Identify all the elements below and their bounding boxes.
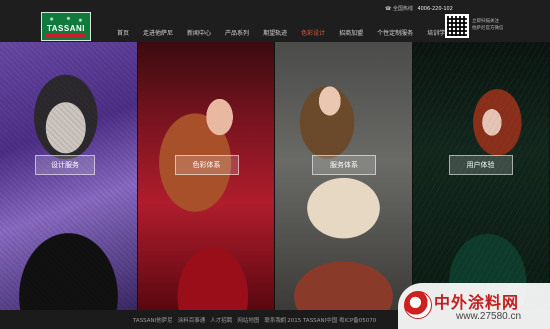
nav-item-custom[interactable]: 个性定制服务 [370, 26, 420, 39]
phone-icon: ☎ [385, 6, 392, 12]
qr-line-1: 立即扫描关注 [472, 19, 499, 24]
watermark-url: www.27580.cn [456, 311, 522, 322]
footer-links: TASSANI他萨尼 涂料百事通 人才招聘 网站地图 联系我们 [133, 316, 286, 324]
hotline-label: 全国热线 [392, 6, 413, 12]
footer-link-careers[interactable]: 人才招聘 [210, 316, 232, 324]
panel-user-experience[interactable]: 用户体验 [412, 42, 550, 310]
nav-item-home[interactable]: 首页 [110, 26, 136, 39]
nav-item-trail[interactable]: 期望轨迹 [256, 26, 294, 39]
page-frame: TASSANI 首页 走进他萨尼 新闻中心 产品系列 期望轨迹 色彩设计 招商加… [0, 0, 550, 329]
panel-label-service[interactable]: 服务体系 [312, 155, 376, 175]
hotline: ☎ 全国热线 4006-220-102 [385, 5, 453, 12]
qr-code [445, 14, 469, 38]
logo-bar [46, 34, 86, 37]
panel-color-system[interactable]: 色彩体系 [137, 42, 275, 310]
feature-panels: 设计服务 色彩体系 服务体系 用户体验 [0, 42, 550, 310]
brand-name: TASSANI [46, 24, 86, 33]
nav-item-news[interactable]: 新闻中心 [180, 26, 218, 39]
panel-label-color[interactable]: 色彩体系 [174, 155, 239, 175]
footer-link-brand[interactable]: TASSANI他萨尼 [133, 316, 173, 324]
copyright: © 2015 TASSANI中国 粤ICP备05070 [280, 318, 377, 324]
qr-line-2: 他萨尼官方微信 [472, 26, 504, 31]
watermark-title: 中外涂料网 [434, 293, 520, 312]
footer-link-encyclopedia[interactable]: 涂料百事通 [178, 316, 206, 324]
nav-item-franchise[interactable]: 招商加盟 [332, 26, 370, 39]
watermark-logo-icon [404, 291, 432, 319]
hotline-number: 4006-220-102 [417, 6, 453, 12]
nav-item-products[interactable]: 产品系列 [218, 26, 256, 39]
brand-logo[interactable]: TASSANI [41, 12, 91, 41]
main-nav: 首页 走进他萨尼 新闻中心 产品系列 期望轨迹 色彩设计 招商加盟 个性定制服务… [110, 26, 458, 39]
nav-item-about[interactable]: 走进他萨尼 [136, 26, 180, 39]
panel-label-design[interactable]: 设计服务 [35, 155, 95, 175]
qr-code-icon [447, 16, 467, 36]
nav-item-color-design[interactable]: 色彩设计 [294, 26, 332, 39]
panel-service-system[interactable]: 服务体系 [275, 42, 413, 310]
watermark: 中外涂料网 www.27580.cn [398, 283, 550, 329]
site-header: TASSANI 首页 走进他萨尼 新闻中心 产品系列 期望轨迹 色彩设计 招商加… [0, 0, 550, 42]
footer-link-sitemap[interactable]: 网站地图 [237, 316, 259, 324]
qr-text: 立即扫描关注 他萨尼官方微信 [472, 18, 504, 32]
panel-design-service[interactable]: 设计服务 [0, 42, 138, 310]
panel-label-experience[interactable]: 用户体验 [448, 155, 513, 175]
